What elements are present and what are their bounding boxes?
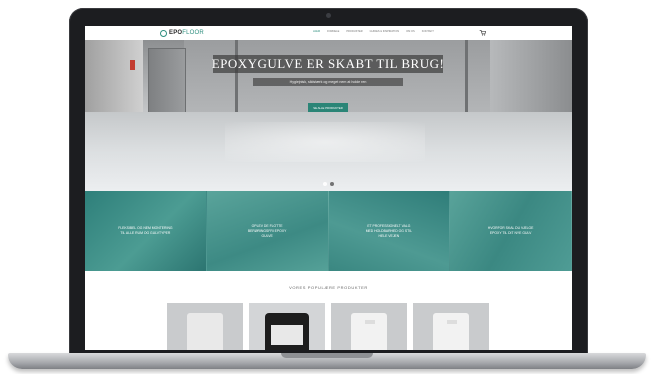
hero-title-box: EPOXYGULVE ER SKABT TIL BRUG! [211,55,445,73]
feature-text: Hvorfor skal du vælge epoxy til dit nye … [487,226,534,235]
product-card[interactable] [413,303,489,350]
hero-column [465,40,468,112]
hero-banner: EPOXYGULVE ER SKABT TIL BRUG! Hygiejnisk… [85,40,572,191]
site-logo[interactable]: EPOFLOOR [160,28,204,38]
feature-tile-1[interactable]: Fleksibel og nem montering til alle rum … [85,191,207,271]
products-heading: Vores populære produkter [289,285,368,290]
hero-floor-reflection [225,122,425,162]
cart-icon[interactable] [479,29,486,36]
main-nav: Hjem Fordele Produkter Guides & inspirat… [313,30,434,33]
laptop-notch [281,353,373,358]
hero-subtitle-box: Hygiejnisk, slidstærk og meget nem at ho… [253,78,403,86]
slider-dot-active[interactable] [323,182,327,186]
product-lid [365,320,375,324]
product-image [433,313,469,350]
nav-item-home[interactable]: Hjem [313,30,320,33]
feature-tile-3[interactable]: Et professionelt valg med holdbarhed og … [328,191,451,271]
hero-cta-label: Se alle produkter [313,105,343,110]
hero-fire-alarm [130,60,135,70]
site-header: EPOFLOOR Hjem Fordele Produkter Guides &… [85,26,572,41]
feature-text: Et professionelt valg med holdbarhed og … [365,223,413,238]
product-image [265,313,309,350]
popular-products-section: Vores populære produkter [85,271,572,350]
slider-dot[interactable] [330,182,334,186]
hero-subtitle: Hygiejnisk, slidstærk og meget nem at ho… [289,80,367,84]
logo-icon [160,29,167,37]
laptop-screen: EPOFLOOR Hjem Fordele Produkter Guides &… [85,26,572,350]
hero-title: EPOXYGULVE ER SKABT TIL BRUG! [211,56,445,71]
nav-item-contact[interactable]: Kontakt [422,30,434,33]
feature-text: Fleksibel og nem montering til alle rum … [118,226,173,235]
hero-cta-button[interactable]: Se alle produkter [308,103,348,112]
feature-tile-2[interactable]: Oplev de flotte berøringsfri epoxy gulve [206,191,329,271]
camera-icon [326,13,331,18]
product-card[interactable] [249,303,325,350]
nav-item-about[interactable]: Om os [406,30,415,33]
laptop-base [8,353,646,369]
nav-item-guides[interactable]: Guides & inspiration [370,30,400,33]
product-card[interactable] [167,303,243,350]
feature-text: Oplev de flotte berøringsfri epoxy gulve [247,223,287,238]
product-label [271,325,303,345]
product-image [187,313,223,350]
feature-band: Fleksibel og nem montering til alle rum … [85,191,572,271]
hero-door [148,48,186,120]
feature-tile-4[interactable]: Hvorfor skal du vælge epoxy til dit nye … [450,191,572,271]
product-lid [447,320,457,324]
nav-item-products[interactable]: Produkter [346,30,362,33]
logo-text: EPOFLOOR [169,30,204,36]
product-card[interactable] [331,303,407,350]
slider-dots [323,182,334,186]
product-image [351,313,387,350]
hero-column [235,40,238,112]
nav-item-benefits[interactable]: Fordele [327,30,339,33]
